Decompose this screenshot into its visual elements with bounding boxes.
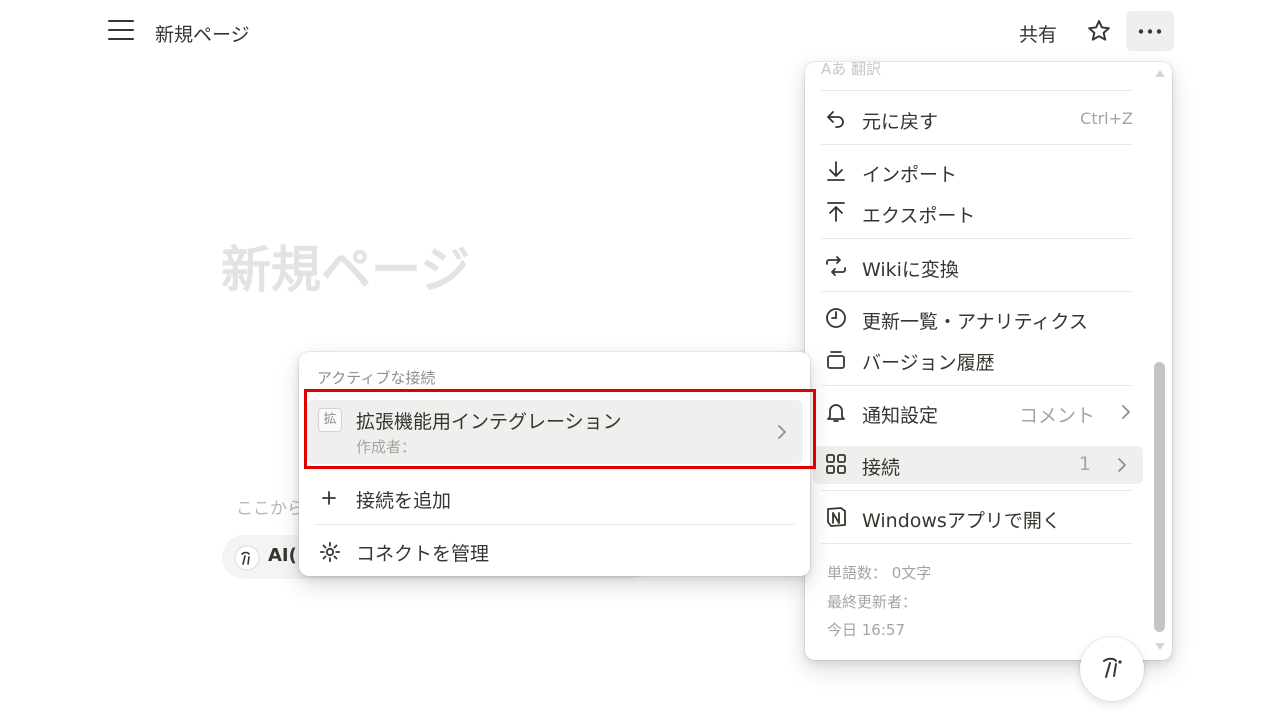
menu-divider bbox=[821, 144, 1132, 145]
add-connection-item[interactable]: 接続を追加 bbox=[299, 477, 810, 521]
notification-settings-label: 通知設定 bbox=[862, 405, 939, 427]
menu-divider bbox=[821, 90, 1132, 91]
page-options-menu: Aあ 翻訳 元に戻す Ctrl+Z インポート エクスポート Wikiに変換 更… bbox=[805, 62, 1172, 660]
import-item[interactable]: インポート bbox=[805, 153, 1145, 189]
plus-icon bbox=[322, 491, 336, 505]
convert-icon bbox=[826, 256, 846, 276]
last-edited-time: 今日 16:57 bbox=[827, 621, 905, 639]
submenu-divider bbox=[315, 524, 795, 525]
undo-icon bbox=[827, 111, 844, 128]
chevron-right-icon bbox=[1118, 458, 1126, 472]
menu-divider bbox=[821, 490, 1132, 491]
clock-icon bbox=[826, 308, 846, 328]
ai-assistant-button[interactable] bbox=[1080, 637, 1144, 701]
manage-connections-label: コネクトを管理 bbox=[356, 543, 490, 565]
ai-face-icon bbox=[1103, 657, 1122, 678]
add-connection-label: 接続を追加 bbox=[356, 490, 452, 512]
more-options-button[interactable] bbox=[1126, 11, 1174, 51]
undo-label: 元に戻す bbox=[862, 111, 939, 133]
favorite-star-icon[interactable] bbox=[1086, 18, 1112, 44]
menu-divider bbox=[821, 385, 1132, 386]
convert-wiki-label: Wikiに変換 bbox=[862, 259, 959, 281]
scroll-down-arrow-icon[interactable] bbox=[1154, 642, 1166, 652]
notification-settings-item[interactable]: 通知設定 コメント bbox=[805, 394, 1145, 430]
version-history-icon bbox=[827, 351, 845, 369]
word-count: 単語数： 0文字 bbox=[827, 564, 932, 582]
notion-logo-icon bbox=[827, 507, 846, 527]
import-label: インポート bbox=[862, 164, 958, 186]
menu-divider bbox=[821, 238, 1132, 239]
chevron-right-icon bbox=[1122, 405, 1130, 419]
menu-divider bbox=[821, 543, 1132, 544]
updates-analytics-item[interactable]: 更新一覧・アナリティクス bbox=[805, 300, 1145, 336]
open-windows-app-item[interactable]: Windowsアプリで開く bbox=[805, 499, 1145, 535]
undo-item[interactable]: 元に戻す Ctrl+Z bbox=[805, 100, 1145, 136]
translate-item-faded[interactable]: Aあ 翻訳 bbox=[821, 62, 881, 79]
menu-scrollbar-thumb[interactable] bbox=[1154, 362, 1165, 632]
version-history-item[interactable]: バージョン履歴 bbox=[805, 341, 1145, 377]
updates-analytics-label: 更新一覧・アナリティクス bbox=[862, 311, 1088, 333]
export-label: エクスポート bbox=[862, 205, 976, 227]
connections-label: 接続 bbox=[862, 457, 901, 479]
open-windows-app-label: Windowsアプリで開く bbox=[862, 510, 1061, 532]
undo-shortcut: Ctrl+Z bbox=[1080, 109, 1133, 128]
manage-connections-item[interactable]: コネクトを管理 bbox=[299, 530, 810, 574]
notification-settings-value: コメント bbox=[1018, 405, 1095, 427]
active-connections-heading: アクティブな接続 bbox=[317, 369, 436, 387]
gear-icon bbox=[319, 541, 341, 563]
export-item[interactable]: エクスポート bbox=[805, 194, 1145, 230]
page-title-placeholder[interactable]: 新規ページ bbox=[221, 230, 470, 302]
connections-item[interactable]: 接続 1 bbox=[813, 446, 1143, 484]
page-hint-text: ここから bbox=[236, 499, 304, 519]
convert-wiki-item[interactable]: Wikiに変換 bbox=[805, 248, 1145, 284]
version-history-label: バージョン履歴 bbox=[862, 352, 995, 374]
highlight-box bbox=[304, 389, 816, 469]
last-edited-by: 最終更新者： bbox=[827, 593, 918, 611]
breadcrumb[interactable]: 新規ページ bbox=[155, 20, 250, 47]
share-button[interactable]: 共有 bbox=[1019, 20, 1057, 47]
upload-icon bbox=[827, 202, 845, 222]
ai-chip-label: AI( bbox=[268, 545, 297, 566]
bell-icon bbox=[827, 404, 845, 422]
ellipsis-icon bbox=[1138, 29, 1162, 34]
sidebar-menu-icon[interactable] bbox=[108, 20, 134, 42]
scroll-up-arrow-icon[interactable] bbox=[1154, 68, 1166, 78]
grid-icon bbox=[826, 454, 846, 474]
download-icon bbox=[827, 161, 845, 181]
ai-face-icon bbox=[234, 545, 260, 571]
menu-divider bbox=[821, 291, 1132, 292]
connections-count: 1 bbox=[1078, 453, 1091, 475]
